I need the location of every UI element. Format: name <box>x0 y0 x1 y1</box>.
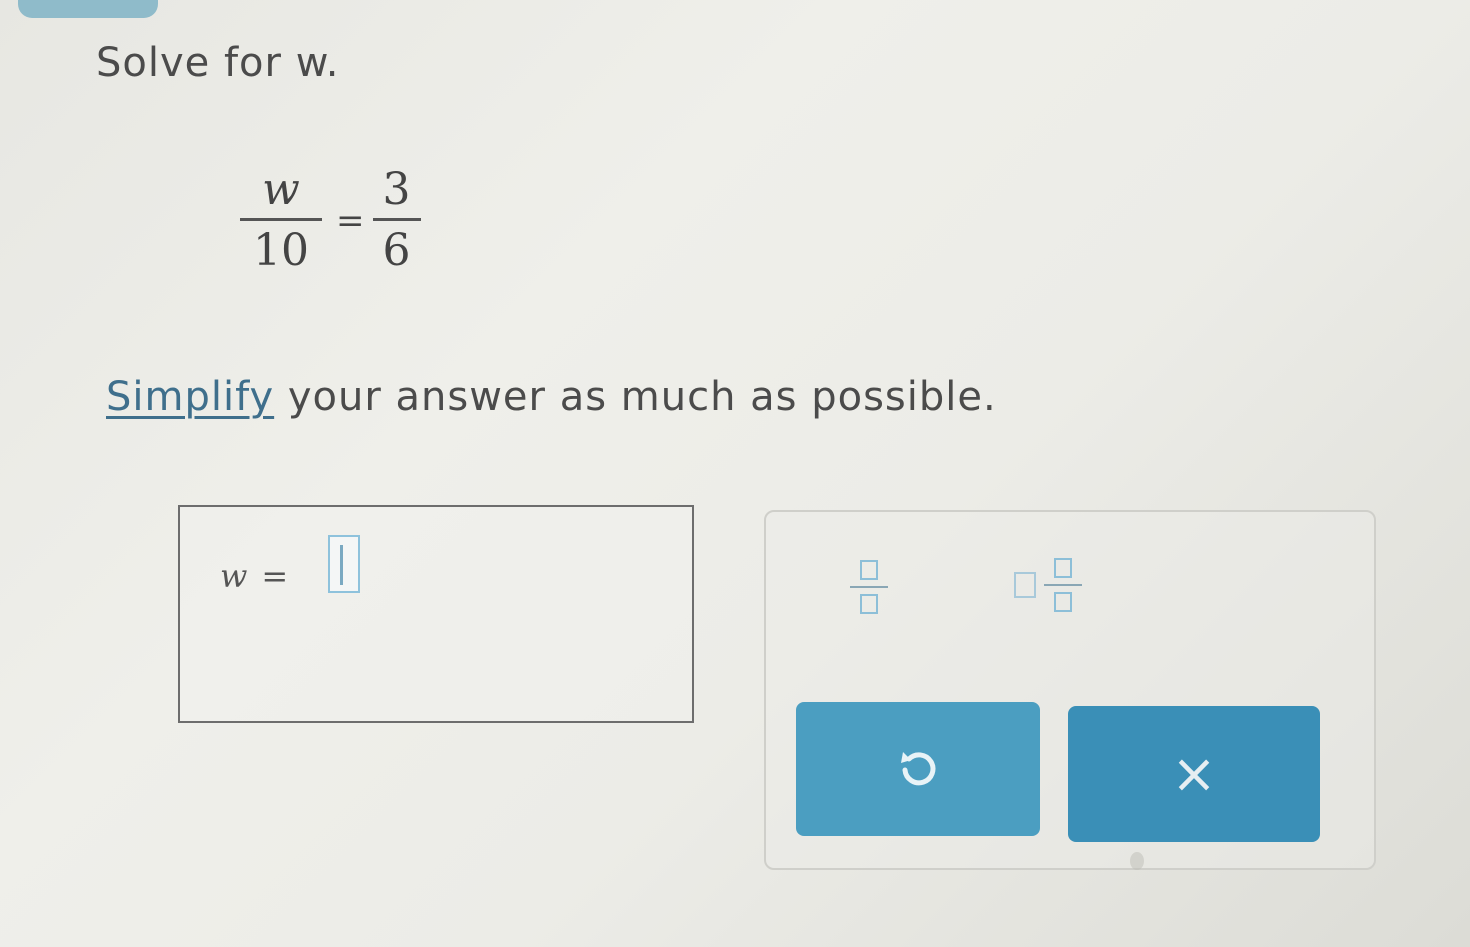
undo-button[interactable] <box>796 702 1040 836</box>
mixed-number-template-icon <box>1014 572 1036 598</box>
answer-box[interactable]: w = <box>178 505 694 723</box>
simplify-link[interactable]: Simplify <box>106 374 274 420</box>
mixed-number-template-button[interactable] <box>1014 558 1082 612</box>
clear-button[interactable]: × <box>1068 706 1320 842</box>
right-numerator: 3 <box>382 164 411 215</box>
answer-input[interactable] <box>328 535 360 593</box>
mixed-number-fraction <box>1044 558 1082 612</box>
left-denominator: 10 <box>253 225 309 276</box>
instruction: Simplify your answer as much as possible… <box>106 374 997 420</box>
right-fraction: 3 6 <box>372 164 421 276</box>
fraction-template-denominator-box <box>860 594 878 614</box>
mixed-number-denominator-box <box>1054 592 1072 612</box>
prompt-text: Solve for w. <box>96 40 340 86</box>
x-icon: × <box>1171 742 1217 805</box>
instruction-rest: your answer as much as possible. <box>274 374 997 420</box>
left-fraction: w 10 <box>240 168 322 273</box>
fraction-template-button[interactable] <box>850 560 888 614</box>
top-tab[interactable] <box>18 0 158 18</box>
equation: w 10 = 3 6 <box>240 168 421 273</box>
answer-equals: = <box>261 557 289 595</box>
mixed-number-numerator-box <box>1054 558 1072 578</box>
fraction-template-icon <box>860 560 878 580</box>
undo-icon <box>901 752 936 786</box>
left-numerator: w <box>262 164 300 215</box>
screen-smudge <box>1130 852 1144 870</box>
mixed-number-line <box>1044 584 1082 586</box>
right-denominator: 6 <box>382 225 411 276</box>
answer-variable: w <box>220 557 248 595</box>
equals-sign: = <box>336 200 365 241</box>
answer-label: w = <box>220 557 288 595</box>
question-prompt: Solve for w. <box>96 40 339 86</box>
fraction-template-line <box>850 586 888 588</box>
math-keypad: × <box>764 510 1376 870</box>
